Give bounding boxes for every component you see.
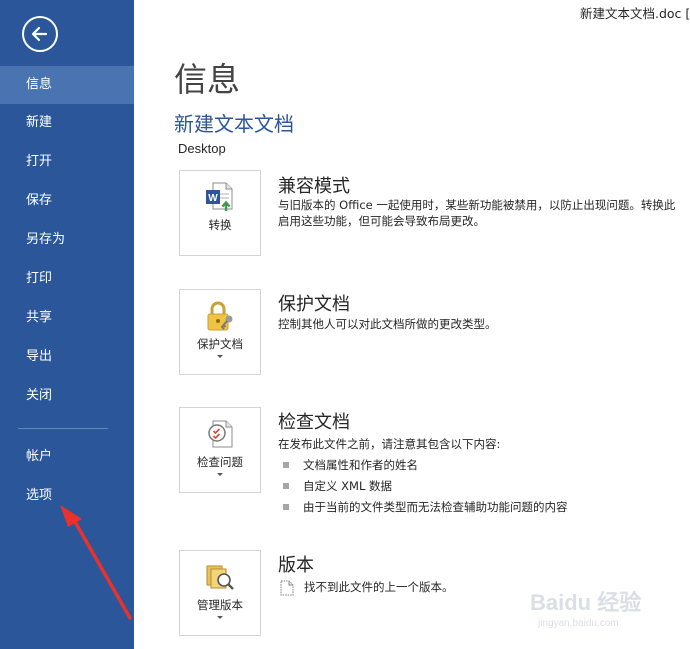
inspect-document-desc: 在发布此文件之前，请注意其包含以下内容: [278,437,501,451]
chevron-down-icon [217,616,223,619]
manage-versions-button[interactable]: 管理版本 [179,550,261,636]
sidebar-item-open[interactable]: 打开 [0,143,134,181]
baidu-watermark: Baidu 经验 jingyan.baidu.com [530,585,680,645]
manage-versions-icon [206,565,234,590]
lock-key-icon [207,301,233,331]
watermark-main-text: Baidu 经验 [530,590,642,615]
chevron-down-icon [217,473,223,476]
check-issues-label: 检查问题 [197,455,243,469]
inspect-item-custom-xml: 自定义 XML 数据 [303,479,393,493]
protect-document-title: 保护文档 [278,294,350,315]
document-location[interactable]: Desktop [178,141,226,156]
sidebar-item-info[interactable]: 信息 [0,66,134,104]
convert-button-label: 转换 [208,218,232,232]
sidebar-item-options[interactable]: 选项 [0,477,134,515]
sidebar-item-close[interactable]: 关闭 [0,377,134,415]
sidebar-item-print[interactable]: 打印 [0,260,134,298]
document-name: 新建文本文档 [174,112,294,136]
inspect-item-accessibility: 由于当前的文件类型而无法检查辅助功能问题的内容 [303,500,568,514]
word-convert-icon: W [206,182,233,211]
sidebar-item-account[interactable]: 帐户 [0,438,134,476]
back-arrow-icon [31,26,48,42]
sidebar-item-save-as[interactable]: 另存为 [0,221,134,259]
check-issues-button[interactable]: 检查问题 [179,407,261,493]
page-title: 信息 [174,60,240,99]
svg-text:W: W [208,193,218,204]
sidebar-item-export[interactable]: 导出 [0,338,134,376]
versions-title: 版本 [278,555,314,576]
document-icon [280,580,294,596]
manage-versions-label: 管理版本 [197,598,243,612]
bullet-marker [283,504,289,510]
protect-document-desc: 控制其他人可以对此文档所做的更改类型。 [278,317,497,331]
bullet-marker [283,462,289,468]
compat-mode-desc-2: 启用这些功能，但可能会导致布局更改。 [278,214,485,228]
inspect-document-icon [208,420,233,448]
protect-document-label: 保护文档 [197,337,243,351]
convert-button[interactable]: W 转换 [179,170,261,256]
watermark-url-text: jingyan.baidu.com [538,618,619,629]
compat-mode-desc-1: 与旧版本的 Office 一起使用时，某些新功能被禁用，以防止出现问题。转换此 [278,198,676,212]
backstage-sidebar: 信息 新建 打开 保存 另存为 打印 共享 导出 关闭 帐户 选项 [0,0,134,649]
back-button[interactable] [22,16,58,52]
versions-desc: 找不到此文件的上一个版本。 [304,580,454,594]
bullet-marker [283,483,289,489]
sidebar-item-save[interactable]: 保存 [0,182,134,220]
sidebar-divider [18,428,108,429]
window-title: 新建文本文档.doc [兼 [580,6,690,21]
protect-document-button[interactable]: 保护文档 [179,289,261,375]
compat-mode-title: 兼容模式 [278,176,350,197]
chevron-down-icon [217,355,223,358]
inspect-document-title: 检查文档 [278,412,350,433]
sidebar-item-share[interactable]: 共享 [0,299,134,337]
sidebar-item-new[interactable]: 新建 [0,104,134,142]
inspect-item-doc-properties: 文档属性和作者的姓名 [303,458,418,472]
